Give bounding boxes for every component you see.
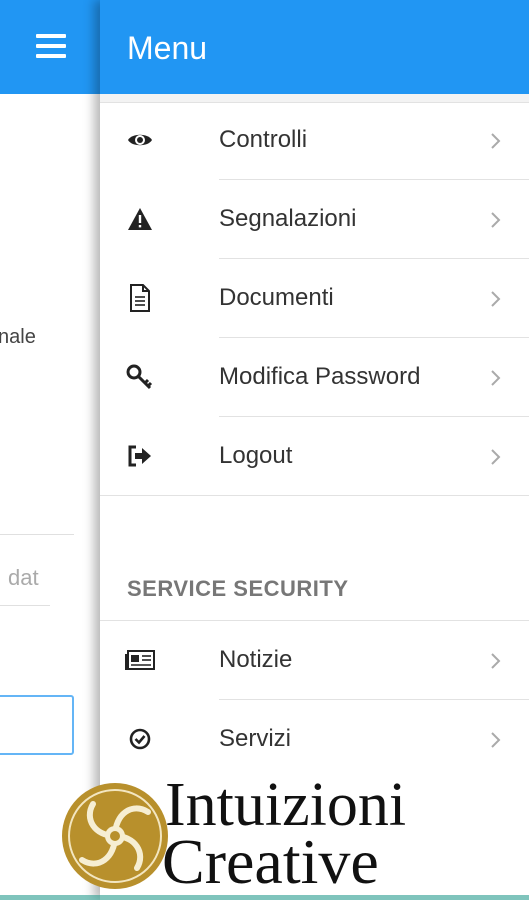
- menu-item-logout[interactable]: Logout: [100, 417, 529, 496]
- eye-icon: [125, 125, 155, 155]
- key-icon: [125, 362, 155, 392]
- navigation-drawer: Menu Controlli Segnalazioni Documenti Mo…: [100, 0, 529, 900]
- newspaper-icon: [125, 645, 155, 675]
- chevron-right-icon: [491, 133, 501, 149]
- chevron-right-icon: [491, 732, 501, 748]
- logout-icon: [125, 441, 155, 471]
- background-input-box[interactable]: [0, 695, 74, 755]
- menu-item-segnalazioni[interactable]: Segnalazioni: [100, 180, 529, 259]
- background-partial-text: nale: [0, 326, 36, 348]
- menu-item-controlli[interactable]: Controlli: [100, 101, 529, 180]
- menu-item-notizie[interactable]: Notizie: [100, 621, 529, 700]
- menu-item-label: Notizie: [219, 646, 293, 673]
- section-header: SERVICE SECURITY: [127, 576, 349, 601]
- hamburger-menu-icon[interactable]: [36, 34, 66, 58]
- chevron-right-icon: [491, 291, 501, 307]
- menu-item-label: Documenti: [219, 284, 334, 311]
- check-circle-icon: [125, 724, 155, 754]
- menu-item-servizi[interactable]: Servizi: [100, 700, 529, 779]
- bottom-band: [0, 895, 529, 900]
- menu-item-label: Controlli: [219, 126, 308, 153]
- chevron-right-icon: [491, 212, 501, 228]
- logo-emblem-icon: [62, 783, 168, 889]
- menu-item-label: Servizi: [219, 725, 292, 752]
- background-divider: [0, 605, 50, 606]
- logo-text-line2: Creative: [162, 826, 379, 897]
- background-divider: [0, 534, 74, 535]
- chevron-right-icon: [491, 449, 501, 465]
- chevron-right-icon: [491, 370, 501, 386]
- background-input-placeholder: dat: [8, 565, 39, 590]
- menu-divider: [100, 495, 529, 496]
- warning-icon: [125, 204, 155, 234]
- document-icon: [125, 283, 155, 313]
- menu-item-label: Segnalazioni: [219, 205, 357, 232]
- drawer-header: Menu: [100, 0, 529, 94]
- menu-item-label: Logout: [219, 442, 293, 469]
- menu-item-label: Modifica Password: [219, 363, 421, 390]
- chevron-right-icon: [491, 653, 501, 669]
- background-page: nale dat: [0, 0, 100, 900]
- menu-item-documenti[interactable]: Documenti: [100, 259, 529, 338]
- drawer-title: Menu: [127, 30, 208, 66]
- intuizioni-creative-logo: Intuizioni Creative: [60, 774, 529, 900]
- menu-item-modifica-password[interactable]: Modifica Password: [100, 338, 529, 417]
- background-header: [0, 0, 100, 94]
